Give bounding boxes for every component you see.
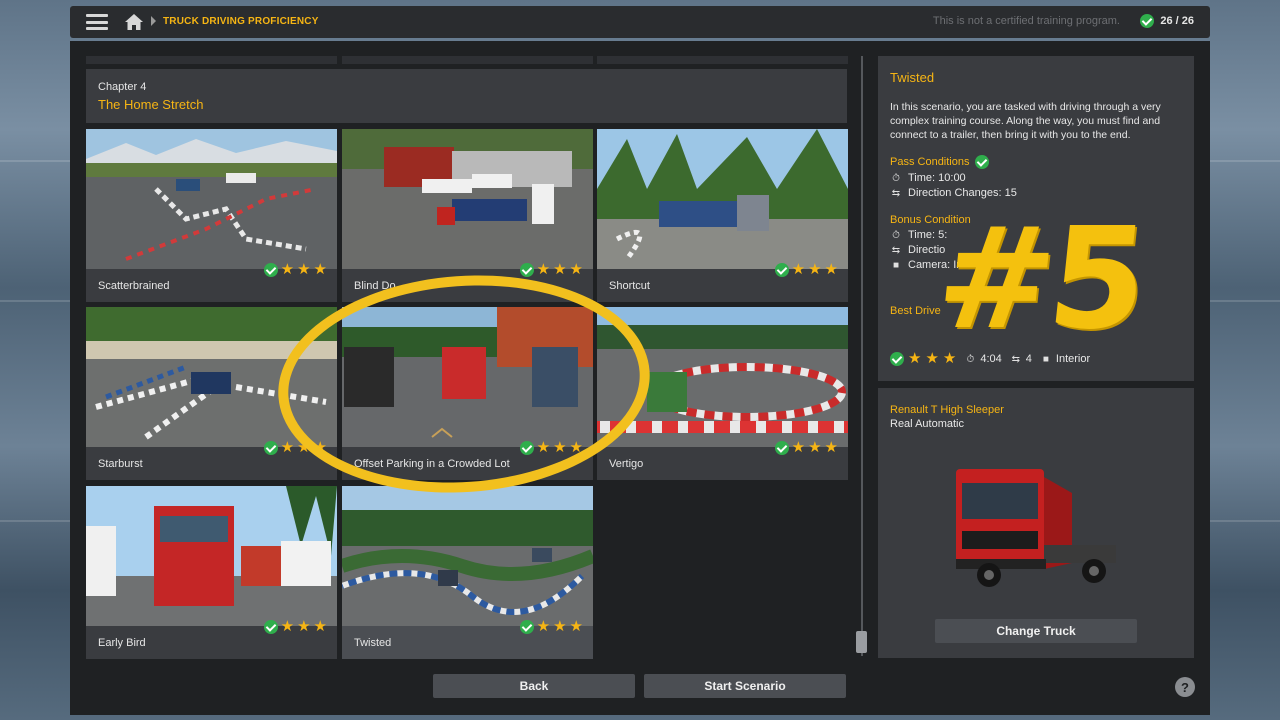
stopwatch-icon: ⏱ (892, 172, 900, 184)
best-drive-label: Best Drive (890, 305, 941, 317)
truck-panel: Renault T High Sleeper Real Automatic (878, 388, 1194, 658)
scenario-name: Twisted (354, 637, 392, 649)
star-icon: ★ (824, 439, 838, 456)
completed-check-icon (774, 263, 789, 277)
pass-time-row: ⏱ Time: 10:00 (890, 172, 1182, 184)
star-icon: ★ (280, 261, 295, 278)
scenario-thumbnail (342, 129, 593, 269)
star-icon: ★ (569, 618, 583, 635)
back-button[interactable]: Back (433, 674, 635, 698)
check-icon (974, 155, 989, 169)
scrollbar-track[interactable] (861, 56, 863, 656)
hamburger-menu-icon[interactable] (86, 14, 108, 30)
star-icon: ★ (908, 350, 922, 367)
scenario-thumbnail (86, 486, 337, 626)
star-icon: ★ (297, 261, 311, 278)
star-icon: ★ (280, 618, 295, 635)
completed-check-icon (263, 263, 278, 277)
direction-change-icon: ⇆ (891, 187, 901, 199)
star-icon: ★ (808, 439, 822, 456)
chapter-title: The Home Stretch (98, 97, 204, 112)
completion-counter: 26 / 26 (1140, 14, 1194, 28)
check-icon (890, 352, 904, 366)
help-icon[interactable]: ? (1175, 677, 1195, 697)
completion-count: 26 / 26 (1160, 15, 1194, 27)
star-icon: ★ (808, 261, 822, 278)
scenario-thumbnail (342, 486, 593, 626)
pass-conditions-header: Pass Conditions (890, 155, 1182, 169)
previous-row-edge (597, 56, 848, 64)
camera-icon: ■ (892, 259, 900, 271)
completed-check-icon (774, 441, 789, 455)
truck-transmission: Real Automatic (890, 418, 964, 430)
star-icon: ★ (313, 618, 327, 635)
scenario-name: Starburst (98, 458, 143, 470)
scenario-rating: ★ ★ ★ (263, 261, 327, 278)
scenario-thumbnail (86, 129, 337, 269)
details-description: In this scenario, you are tasked with dr… (890, 101, 1161, 141)
pass-time: Time: 10:00 (908, 172, 966, 184)
star-icon: ★ (553, 261, 567, 278)
scenario-rating: ★ ★ ★ (263, 618, 327, 635)
star-icon: ★ (313, 261, 327, 278)
star-icon: ★ (791, 261, 806, 278)
completed-check-icon (519, 263, 534, 277)
star-icon: ★ (280, 439, 295, 456)
episode-number-overlay: #5 (929, 198, 1150, 361)
scenario-name: Early Bird (98, 637, 146, 649)
pass-conditions-label: Pass Conditions (890, 156, 970, 168)
star-icon: ★ (297, 618, 311, 635)
scenario-name: Shortcut (609, 280, 650, 292)
previous-row-edge (342, 56, 593, 64)
stopwatch-icon: ⏱ (892, 229, 900, 241)
scrollbar-thumb[interactable] (856, 631, 867, 653)
star-icon: ★ (553, 618, 567, 635)
scenario-card-early-bird[interactable]: ★ ★ ★ Early Bird (86, 486, 337, 659)
breadcrumb[interactable]: TRUCK DRIVING PROFICIENCY (163, 16, 319, 27)
disclaimer-text: This is not a certified training program… (932, 15, 1120, 27)
start-scenario-button[interactable]: Start Scenario (644, 674, 846, 698)
scenario-thumbnail (597, 129, 848, 269)
scenario-name: Vertigo (609, 458, 644, 470)
scenario-rating: ★ ★ ★ (519, 261, 583, 278)
scenario-name: Scatterbrained (98, 280, 170, 292)
star-icon: ★ (536, 618, 551, 635)
scenario-rating: ★ ★ ★ (519, 618, 583, 635)
completed-check-icon (263, 441, 278, 455)
star-icon: ★ (824, 261, 838, 278)
details-title: Twisted (890, 70, 935, 85)
top-bar: TRUCK DRIVING PROFICIENCY This is not a … (70, 6, 1210, 38)
scenario-card-twisted[interactable]: ★ ★ ★ Twisted (342, 486, 593, 659)
home-icon[interactable] (124, 13, 144, 31)
star-icon: ★ (536, 261, 551, 278)
truck-image (956, 469, 1116, 587)
previous-row-edge (86, 56, 337, 64)
breadcrumb-arrow-icon (151, 16, 156, 26)
scenario-card-scatterbrained[interactable]: ★ ★ ★ Scatterbrained (86, 129, 337, 302)
star-icon: ★ (569, 261, 583, 278)
scenario-rating: ★ ★ ★ (774, 439, 838, 456)
direction-change-icon: ⇆ (891, 244, 901, 256)
scenario-card-shortcut[interactable]: ★ ★ ★ Shortcut (597, 129, 848, 302)
completed-check-icon (519, 620, 534, 634)
chapter-number: Chapter 4 (98, 81, 147, 93)
completed-check-icon (263, 620, 278, 634)
chapter-header: Chapter 4 The Home Stretch (86, 69, 847, 123)
change-truck-button[interactable]: Change Truck (935, 619, 1137, 643)
star-icon: ★ (791, 439, 806, 456)
scenario-rating: ★ ★ ★ (774, 261, 838, 278)
truck-name: Renault T High Sleeper (890, 404, 1004, 416)
check-icon (1140, 14, 1155, 28)
